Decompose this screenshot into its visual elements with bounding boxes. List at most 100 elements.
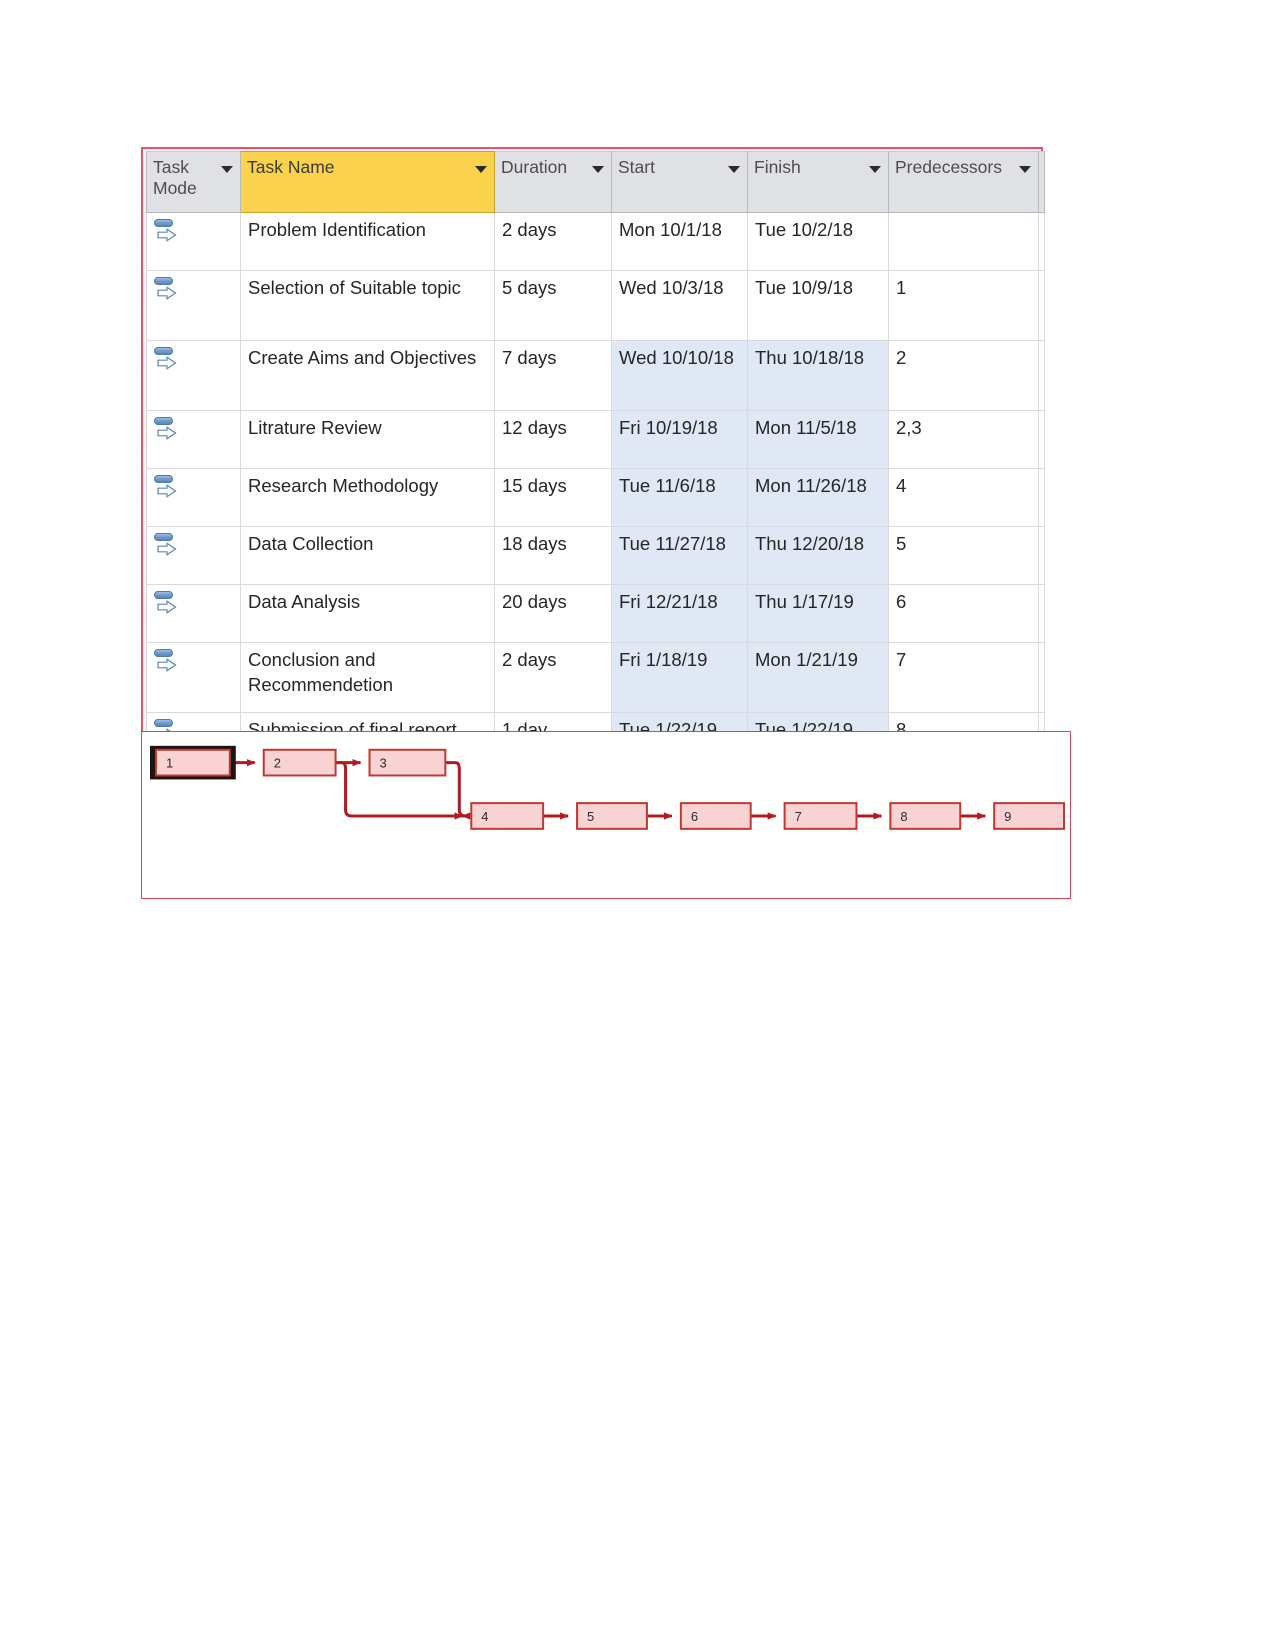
cell-start[interactable]: Mon 10/1/18 [611, 212, 748, 271]
cell-extra[interactable] [1038, 584, 1045, 643]
cell-finish[interactable]: Mon 1/21/19 [747, 642, 889, 713]
cell-task-mode[interactable] [146, 526, 241, 585]
column-header-finish[interactable]: Finish [747, 151, 889, 213]
column-header-duration[interactable]: Duration [494, 151, 612, 213]
cell-predecessors[interactable]: 4 [888, 468, 1039, 527]
cell-predecessors[interactable]: 5 [888, 526, 1039, 585]
network-node[interactable]: 5 [576, 802, 648, 830]
node-label: 7 [795, 809, 802, 824]
cell-task-mode[interactable] [146, 340, 241, 411]
filter-caret-down-icon[interactable] [592, 166, 604, 173]
cell-duration[interactable]: 5 days [494, 270, 612, 341]
manually-scheduled-task-icon[interactable] [154, 416, 180, 444]
manually-scheduled-task-icon[interactable] [154, 532, 180, 560]
column-header-task-name[interactable]: Task Name [240, 151, 495, 213]
cell-task-mode[interactable] [146, 584, 241, 643]
table-row[interactable]: Problem Identification 2 days Mon 10/1/18 T… [146, 212, 1045, 271]
cell-task-name[interactable]: Selection of Suitable topic [240, 270, 495, 341]
manually-scheduled-task-icon[interactable] [154, 648, 180, 676]
filter-caret-down-icon[interactable] [221, 166, 233, 173]
column-header-start[interactable]: Start [611, 151, 748, 213]
cell-predecessors[interactable]: 1 [888, 270, 1039, 341]
cell-task-mode[interactable] [146, 270, 241, 341]
table-row[interactable]: Data Collection 18 days Tue 11/27/18 Thu 12… [146, 526, 1045, 585]
cell-extra[interactable] [1038, 410, 1045, 469]
cell-extra[interactable] [1038, 212, 1045, 271]
cell-start[interactable]: Tue 11/27/18 [611, 526, 748, 585]
task-mode-bar-icon [154, 533, 173, 541]
cell-finish[interactable]: Thu 10/18/18 [747, 340, 889, 411]
cell-duration[interactable]: 2 days [494, 212, 612, 271]
manually-scheduled-task-icon[interactable] [154, 218, 180, 246]
filter-caret-down-icon[interactable] [728, 166, 740, 173]
cell-duration[interactable]: 18 days [494, 526, 612, 585]
network-node[interactable]: 6 [679, 802, 752, 830]
manually-scheduled-task-icon[interactable] [154, 346, 180, 374]
network-node[interactable]: 3 [368, 748, 447, 777]
cell-predecessors[interactable]: 6 [888, 584, 1039, 643]
column-header-predecessors[interactable]: Predecessors [888, 151, 1039, 213]
cell-extra[interactable] [1038, 270, 1045, 341]
cell-extra[interactable] [1038, 340, 1045, 411]
cell-duration[interactable]: 20 days [494, 584, 612, 643]
cell-extra[interactable] [1038, 526, 1045, 585]
cell-task-name[interactable]: Conclusion and Recommendetion [240, 642, 495, 713]
filter-caret-down-icon[interactable] [1019, 166, 1031, 173]
cell-start[interactable]: Fri 10/19/18 [611, 410, 748, 469]
cell-finish[interactable]: Thu 12/20/18 [747, 526, 889, 585]
network-node[interactable]: 4 [470, 802, 545, 830]
cell-extra[interactable] [1038, 468, 1045, 527]
cell-task-name[interactable]: Create Aims and Objectives [240, 340, 495, 411]
cell-predecessors[interactable] [888, 212, 1039, 271]
manually-scheduled-task-icon[interactable] [154, 474, 180, 502]
task-mode-arrow-icon [157, 426, 177, 440]
cell-finish[interactable]: Mon 11/5/18 [747, 410, 889, 469]
cell-duration[interactable]: 2 days [494, 642, 612, 713]
manually-scheduled-task-icon[interactable] [154, 276, 180, 304]
cell-start[interactable]: Fri 1/18/19 [611, 642, 748, 713]
cell-finish[interactable]: Tue 10/9/18 [747, 270, 889, 341]
cell-start[interactable]: Wed 10/3/18 [611, 270, 748, 341]
cell-task-name[interactable]: Problem Identification [240, 212, 495, 271]
task-table: Task Mode Task Name Duration Start Finis… [146, 151, 1045, 783]
table-row[interactable]: Create Aims and Objectives 7 days Wed 10/1… [146, 340, 1045, 411]
cell-task-name[interactable]: Data Collection [240, 526, 495, 585]
network-node[interactable]: 2 [262, 748, 337, 777]
cell-predecessors[interactable]: 2 [888, 340, 1039, 411]
manually-scheduled-task-icon[interactable] [154, 590, 180, 618]
cell-finish[interactable]: Mon 11/26/18 [747, 468, 889, 527]
table-row[interactable]: Data Analysis 20 days Fri 12/21/18 Thu 1/17… [146, 584, 1045, 643]
cell-predecessors[interactable]: 2,3 [888, 410, 1039, 469]
filter-caret-down-icon[interactable] [475, 166, 487, 173]
node-label: 2 [274, 756, 281, 771]
column-header-add-new[interactable] [1038, 151, 1045, 213]
cell-task-name[interactable]: Litrature Review [240, 410, 495, 469]
task-mode-bar-icon [154, 591, 173, 599]
table-row[interactable]: Conclusion and Recommendetion 2 days Fri 1… [146, 642, 1045, 713]
cell-start[interactable]: Fri 12/21/18 [611, 584, 748, 643]
cell-finish[interactable]: Tue 10/2/18 [747, 212, 889, 271]
network-node[interactable]: 8 [889, 802, 962, 830]
cell-predecessors[interactable]: 7 [888, 642, 1039, 713]
cell-task-mode[interactable] [146, 212, 241, 271]
cell-task-name[interactable]: Research Methodology [240, 468, 495, 527]
cell-task-name[interactable]: Data Analysis [240, 584, 495, 643]
network-node[interactable]: 1 [149, 745, 236, 780]
cell-duration[interactable]: 15 days [494, 468, 612, 527]
cell-task-mode[interactable] [146, 468, 241, 527]
column-header-task-mode[interactable]: Task Mode [146, 151, 241, 213]
table-row[interactable]: Selection of Suitable topic 5 days Wed 10/… [146, 270, 1045, 341]
cell-duration[interactable]: 7 days [494, 340, 612, 411]
cell-start[interactable]: Wed 10/10/18 [611, 340, 748, 411]
cell-task-mode[interactable] [146, 410, 241, 469]
cell-duration[interactable]: 12 days [494, 410, 612, 469]
filter-caret-down-icon[interactable] [869, 166, 881, 173]
network-node[interactable]: 7 [783, 802, 858, 830]
cell-task-mode[interactable] [146, 642, 241, 713]
cell-finish[interactable]: Thu 1/17/19 [747, 584, 889, 643]
table-row[interactable]: Litrature Review 12 days Fri 10/19/18 Mon 1… [146, 410, 1045, 469]
table-row[interactable]: Research Methodology 15 days Tue 11/6/18 Mo… [146, 468, 1045, 527]
cell-start[interactable]: Tue 11/6/18 [611, 468, 748, 527]
cell-extra[interactable] [1038, 642, 1045, 713]
network-node[interactable]: 9 [993, 802, 1066, 830]
